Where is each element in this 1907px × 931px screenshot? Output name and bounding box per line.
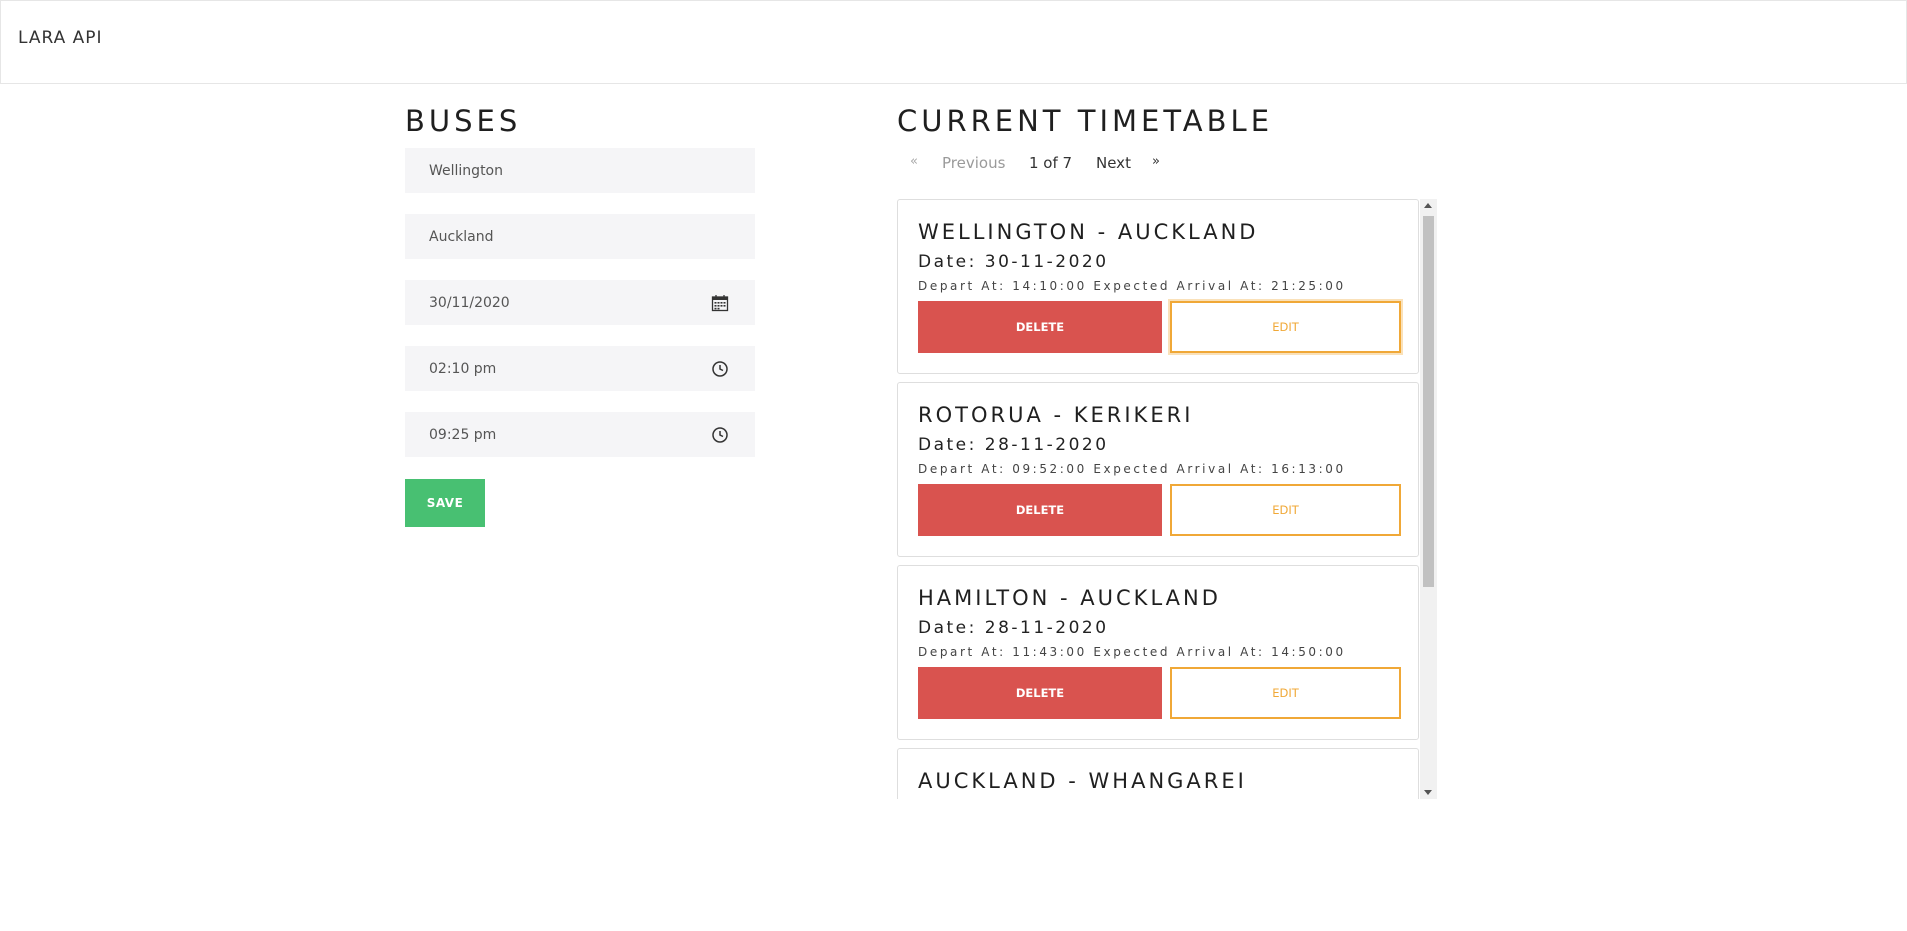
timetable-scrollbar[interactable] [1420, 199, 1437, 799]
trip-route: WELLINGTON - AUCKLAND [918, 220, 1259, 244]
brand-logo[interactable]: LARA API [18, 28, 103, 48]
pagination-first-link[interactable]: « [910, 154, 918, 169]
scroll-up-icon[interactable] [1424, 203, 1432, 208]
trip-card: ROTORUA - KERIKERI Date: 28-11-2020 Depa… [897, 382, 1419, 557]
trip-card: WELLINGTON - AUCKLAND Date: 30-11-2020 D… [897, 199, 1419, 374]
trip-date: Date: 30-11-2020 [918, 252, 1109, 272]
edit-button[interactable]: EDIT [1170, 484, 1401, 536]
date-field [405, 280, 755, 325]
to-input[interactable] [405, 214, 695, 259]
trip-times: Depart At: 09:52:00 Expected Arrival At:… [918, 462, 1346, 476]
trip-date: Date: 28-11-2020 [918, 435, 1109, 455]
depart-time-field [405, 346, 755, 391]
trip-card: AUCKLAND - WHANGAREI [897, 748, 1419, 799]
trip-times: Depart At: 14:10:00 Expected Arrival At:… [918, 279, 1346, 293]
trip-date: Date: 28-11-2020 [918, 618, 1109, 638]
trip-route: AUCKLAND - WHANGAREI [918, 769, 1247, 793]
navbar: LARA API [0, 0, 1907, 84]
from-input[interactable] [405, 148, 695, 193]
delete-button[interactable]: DELETE [918, 484, 1162, 536]
form-title: BUSES [405, 104, 522, 138]
to-field [405, 214, 755, 259]
scroll-down-icon[interactable] [1424, 790, 1432, 795]
edit-button[interactable]: EDIT [1170, 301, 1401, 353]
arrival-time-field [405, 412, 755, 457]
timetable-title: CURRENT TIMETABLE [897, 104, 1274, 138]
timetable-list: WELLINGTON - AUCKLAND Date: 30-11-2020 D… [897, 199, 1437, 799]
trip-card: HAMILTON - AUCKLAND Date: 28-11-2020 Dep… [897, 565, 1419, 740]
trip-times: Depart At: 11:43:00 Expected Arrival At:… [918, 645, 1346, 659]
pagination-previous-link[interactable]: Previous [942, 154, 1005, 172]
pagination-next-link[interactable]: Next [1096, 154, 1131, 172]
clock-icon[interactable] [711, 360, 729, 378]
edit-button[interactable]: EDIT [1170, 667, 1401, 719]
save-button[interactable]: SAVE [405, 479, 485, 527]
arrival-time-input[interactable] [405, 412, 695, 457]
from-field [405, 148, 755, 193]
calendar-icon[interactable] [711, 294, 729, 312]
scrollbar-thumb[interactable] [1423, 216, 1434, 587]
date-input[interactable] [405, 280, 695, 325]
pagination-last-link[interactable]: » [1152, 154, 1160, 169]
depart-time-input[interactable] [405, 346, 695, 391]
trip-route: ROTORUA - KERIKERI [918, 403, 1194, 427]
delete-button[interactable]: DELETE [918, 301, 1162, 353]
delete-button[interactable]: DELETE [918, 667, 1162, 719]
clock-icon[interactable] [711, 426, 729, 444]
trip-route: HAMILTON - AUCKLAND [918, 586, 1221, 610]
pagination-page-info: 1 of 7 [1029, 154, 1073, 172]
